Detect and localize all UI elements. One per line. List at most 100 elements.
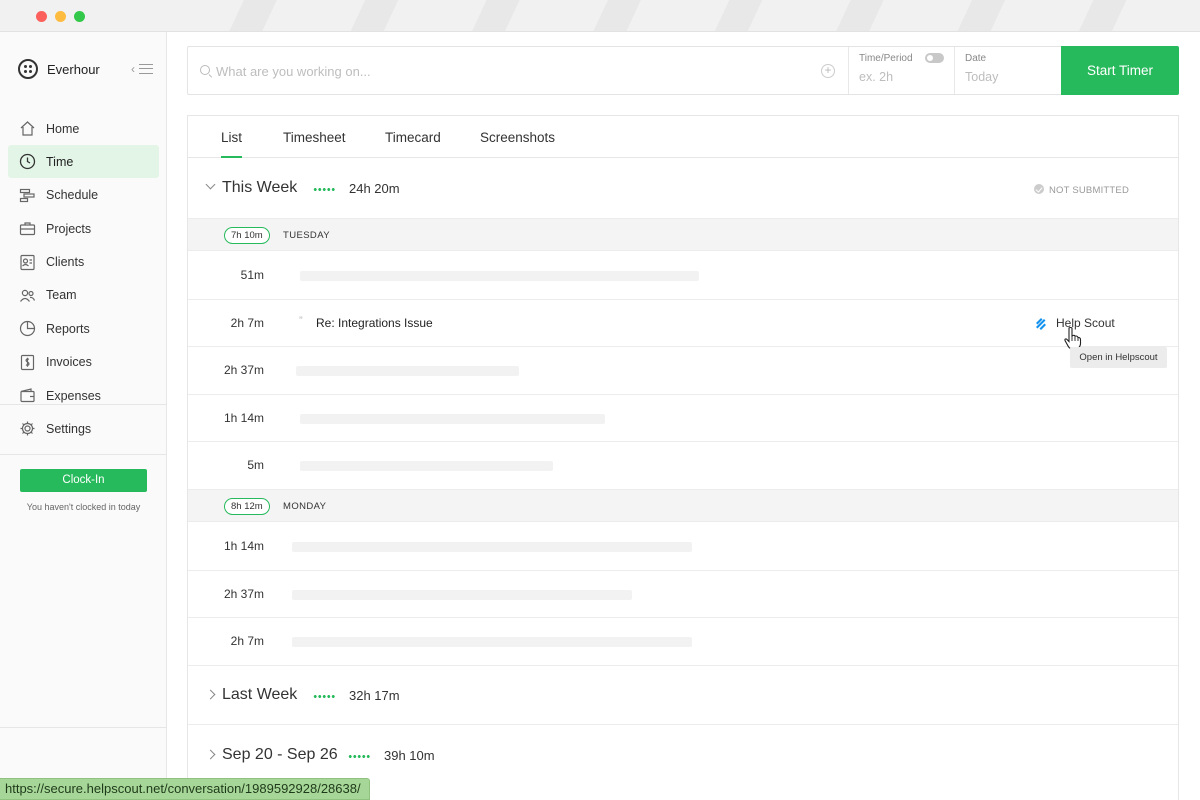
time-period-input[interactable]: ex. 2h xyxy=(859,70,893,84)
chevron-right-icon xyxy=(205,749,216,760)
sidebar-item-team[interactable]: Team xyxy=(8,279,159,312)
sidebar-item-label: Home xyxy=(46,121,80,136)
wallet-icon xyxy=(19,387,36,404)
day-total-badge: 8h 12m xyxy=(224,498,270,515)
sidebar-item-label: Settings xyxy=(46,421,92,436)
sidebar-item-clients[interactable]: Clients xyxy=(8,246,159,279)
app-name: Everhour xyxy=(47,61,100,77)
sidebar-item-expenses[interactable]: Expenses xyxy=(8,379,159,412)
week-group-last-week[interactable]: Last Week 32h 17m xyxy=(188,667,1178,725)
tab-list[interactable]: List xyxy=(221,130,243,158)
time-entry-row[interactable]: 5m xyxy=(188,442,1178,490)
entry-duration[interactable]: 2h 37m xyxy=(224,363,264,377)
sidebar-item-projects[interactable]: Projects xyxy=(8,212,159,245)
helpscout-icon xyxy=(1036,317,1046,330)
clock-in-status: You haven't clocked in today xyxy=(26,502,141,512)
chevron-left-icon: ‹ xyxy=(131,62,135,76)
sidebar-item-schedule[interactable]: Schedule xyxy=(8,179,159,212)
time-entry-row[interactable]: 1h 14m xyxy=(188,395,1178,442)
entry-duration[interactable]: 2h 7m xyxy=(231,316,264,330)
time-list-panel: List Timesheet Timecard Screenshots This… xyxy=(187,115,1179,800)
entry-duration[interactable]: 1h 14m xyxy=(224,539,264,553)
week-title: Sep 20 - Sep 26 xyxy=(222,746,338,763)
schedule-icon xyxy=(19,187,36,204)
search-icon xyxy=(200,65,210,75)
gear-icon xyxy=(19,420,36,437)
day-name: MONDAY xyxy=(283,501,327,512)
week-total: 39h 10m xyxy=(384,748,435,763)
time-entry-row[interactable]: 2h 37m xyxy=(188,571,1178,618)
time-entry-row[interactable]: 2h 37m xyxy=(188,347,1178,395)
tab-screenshots[interactable]: Screenshots xyxy=(480,130,555,145)
entry-placeholder-bar xyxy=(300,271,699,281)
time-entry-row[interactable]: 51m xyxy=(188,252,1178,300)
entry-placeholder-bar xyxy=(292,589,632,600)
entry-duration[interactable]: 2h 7m xyxy=(231,634,264,648)
entry-duration[interactable]: 5m xyxy=(247,458,264,472)
submission-status: NOT SUBMITTED xyxy=(1034,184,1129,196)
date-label: Date xyxy=(965,53,987,64)
clock-icon xyxy=(19,153,36,170)
sidebar-item-time[interactable]: Time xyxy=(8,145,159,179)
entry-placeholder-bar xyxy=(292,542,692,552)
sidebar-item-home[interactable]: Home xyxy=(8,112,159,145)
entry-duration[interactable]: 51m xyxy=(241,268,264,282)
day-header-monday: 8h 12m MONDAY xyxy=(188,489,1178,522)
week-total: 24h 20m xyxy=(349,181,400,196)
time-period-toggle[interactable] xyxy=(925,53,944,63)
brand[interactable]: Everhour xyxy=(18,58,100,80)
tab-timesheet[interactable]: Timesheet xyxy=(283,130,346,145)
sidebar-item-settings[interactable]: Settings xyxy=(8,412,159,445)
task-search-input[interactable] xyxy=(216,61,816,81)
date-input[interactable]: Today xyxy=(965,70,998,84)
week-title: This Week xyxy=(222,179,298,196)
everhour-logo-icon xyxy=(18,59,38,79)
maximize-window-button[interactable] xyxy=(74,11,85,22)
time-entry-row[interactable]: 1h 14m xyxy=(188,523,1178,571)
week-group-this-week[interactable]: This Week 24h 20m NOT SUBMITTED xyxy=(188,160,1178,218)
clock-in-button[interactable]: Clock-In xyxy=(20,469,147,492)
home-icon xyxy=(19,120,36,137)
sidebar-item-invoices[interactable]: Invoices xyxy=(8,346,159,379)
time-entry-row[interactable]: 2h 7m ” Re: Integrations Issue Help Scou… xyxy=(188,300,1178,347)
titlebar-decoration xyxy=(220,0,1200,31)
sidebar-item-label: Invoices xyxy=(46,355,92,370)
people-icon xyxy=(19,287,36,304)
briefcase-icon xyxy=(19,220,36,237)
sidebar-item-label: Clients xyxy=(46,255,85,270)
collapse-sidebar-button[interactable]: ‹ xyxy=(131,62,155,76)
invoice-icon xyxy=(19,354,36,371)
time-entry-row[interactable]: 2h 7m xyxy=(188,618,1178,666)
week-total: 32h 17m xyxy=(349,688,400,703)
sidebar-divider xyxy=(0,404,167,405)
entry-task-name[interactable]: Re: Integrations Issue xyxy=(316,316,433,330)
entry-placeholder-bar xyxy=(292,637,692,647)
sidebar: Everhour ‹ Home Time Schedule Projects C… xyxy=(0,32,167,800)
day-total-badge: 7h 10m xyxy=(224,227,270,244)
tooltip: Open in Helpscout xyxy=(1070,347,1167,368)
view-tabs: List Timesheet Timecard Screenshots xyxy=(188,116,1178,158)
close-window-button[interactable] xyxy=(36,11,47,22)
progress-dots-icon xyxy=(348,755,370,758)
window-titlebar xyxy=(0,0,1200,32)
status-text: NOT SUBMITTED xyxy=(1049,185,1130,196)
chevron-right-icon xyxy=(205,689,216,700)
contact-card-icon xyxy=(19,254,36,271)
week-title: Last Week xyxy=(222,686,298,703)
sidebar-item-reports[interactable]: Reports xyxy=(8,312,159,345)
progress-dots-icon xyxy=(313,188,335,191)
tab-timecard[interactable]: Timecard xyxy=(385,130,441,145)
add-circle-icon[interactable]: + xyxy=(821,64,835,78)
sidebar-item-label: Time xyxy=(46,154,74,169)
start-timer-button[interactable]: Start Timer xyxy=(1061,46,1179,95)
minimize-window-button[interactable] xyxy=(55,11,66,22)
sidebar-item-label: Reports xyxy=(46,321,90,336)
date-field[interactable]: Date Today xyxy=(954,47,1061,94)
sidebar-settings-group: Settings xyxy=(8,412,159,445)
sidebar-item-label: Projects xyxy=(46,221,92,236)
check-circle-icon xyxy=(1034,184,1044,194)
entry-duration[interactable]: 1h 14m xyxy=(224,411,264,425)
entry-duration[interactable]: 2h 37m xyxy=(224,587,264,601)
week-group-sep-20-26[interactable]: Sep 20 - Sep 26 39h 10m xyxy=(188,727,1178,785)
time-period-field[interactable]: Time/Period ex. 2h xyxy=(848,47,954,94)
